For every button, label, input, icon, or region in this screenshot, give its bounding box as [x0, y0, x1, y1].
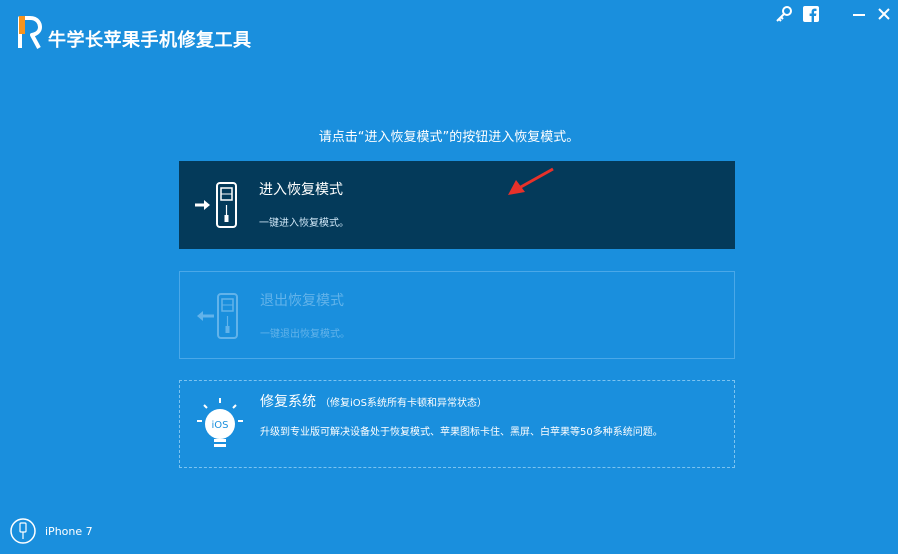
app-logo-icon: [18, 16, 42, 49]
instruction-text: 请点击“进入恢复模式”的按钮进入恢复模式。: [318, 130, 580, 145]
key-button[interactable]: [773, 4, 795, 24]
repair-system-title-main: 修复系统: [260, 394, 316, 410]
enter-recovery-title: 进入恢复模式: [259, 182, 343, 198]
exit-recovery-subtitle: 一键退出恢复模式。: [260, 329, 350, 340]
minimize-button[interactable]: [848, 4, 870, 24]
ios-label: iOS: [212, 420, 229, 431]
close-icon: [878, 8, 890, 20]
facebook-button[interactable]: [800, 4, 822, 24]
enter-recovery-subtitle: 一键进入恢复模式。: [259, 218, 349, 229]
iphone-cable-icon: [10, 518, 36, 544]
exit-recovery-mode-button[interactable]: 退出恢复模式 一键退出恢复模式。: [179, 271, 735, 359]
pointer-arrow-icon: [508, 167, 554, 195]
ios-bulb-icon: iOS: [197, 398, 243, 447]
device-status: iPhone 7: [10, 516, 93, 546]
repair-system-subtitle: 升级到专业版可解决设备处于恢复模式、苹果图标卡住、黑屏、白苹果等50多种系统问题…: [260, 427, 663, 438]
phone-exit-icon: [197, 293, 238, 339]
repair-system-title: 修复系统 （修复iOS系统所有卡顿和异常状态）: [260, 391, 487, 411]
enter-recovery-mode-button[interactable]: 进入恢复模式 一键进入恢复模式。: [179, 161, 735, 249]
title-bar: 牛学长苹果手机修复工具: [0, 0, 898, 60]
key-icon: [776, 6, 792, 22]
device-name: iPhone 7: [45, 524, 93, 538]
phone-enter-icon: [195, 182, 237, 228]
minimize-icon: [853, 14, 865, 16]
facebook-icon: [803, 6, 819, 22]
app-title: 牛学长苹果手机修复工具: [48, 30, 252, 51]
repair-system-title-note: （修复iOS系统所有卡顿和异常状态）: [320, 398, 487, 409]
close-button[interactable]: [873, 4, 895, 24]
repair-system-button[interactable]: iOS 修复系统 （修复iOS系统所有卡顿和异常状态） 升级到专业版可解决设备处于…: [179, 380, 735, 468]
exit-recovery-title: 退出恢复模式: [260, 293, 344, 309]
